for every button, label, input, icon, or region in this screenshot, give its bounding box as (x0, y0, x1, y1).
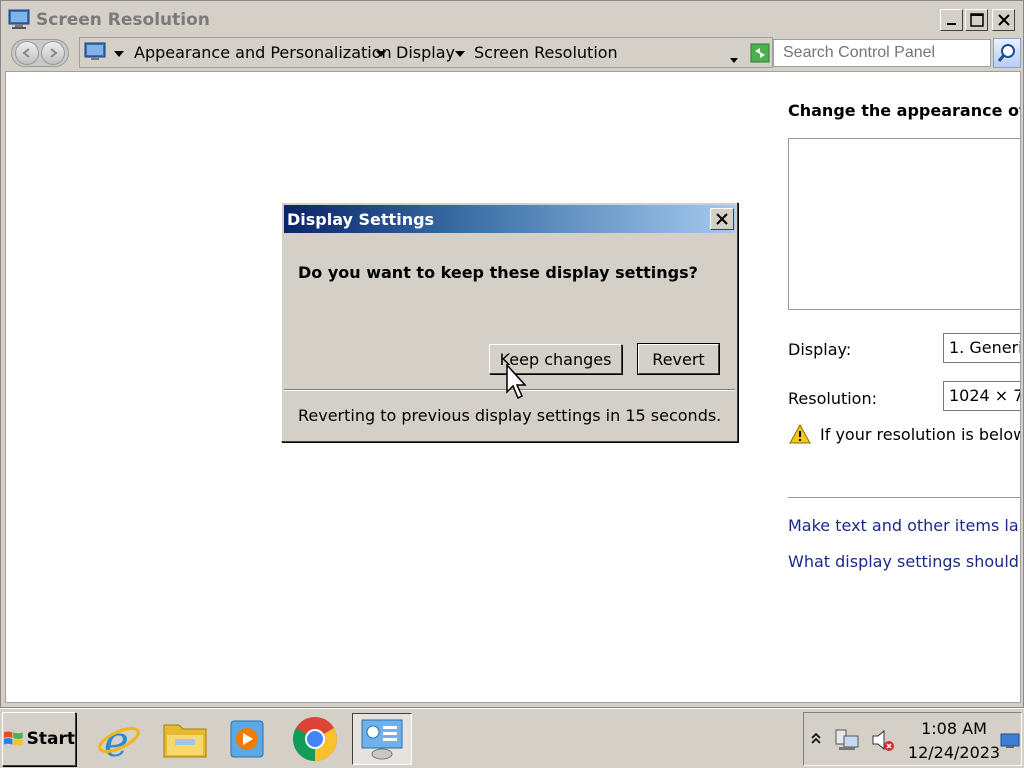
dialog-question: Do you want to keep these display settin… (298, 263, 698, 282)
file-explorer-icon (163, 724, 207, 758)
chevron-down-icon (114, 50, 124, 57)
display-settings-help-link[interactable]: What display settings should I c (788, 552, 1020, 571)
dialog-title: Display Settings (287, 210, 435, 229)
breadcrumb-screen-resolution[interactable]: Screen Resolution (474, 43, 618, 62)
close-icon (997, 14, 1010, 26)
warning-icon (789, 424, 811, 444)
control-panel-crumb-icon (84, 42, 106, 60)
chevron-down-icon (730, 58, 738, 63)
minimize-button[interactable] (940, 9, 963, 31)
breadcrumb-display[interactable]: Display (396, 43, 455, 62)
display-select[interactable]: 1. Generic (943, 333, 1020, 363)
internet-explorer-icon: e (98, 717, 140, 762)
dialog-titlebar[interactable]: Display Settings (284, 205, 735, 233)
taskbar-control-panel[interactable] (352, 713, 412, 765)
chrome-icon (293, 717, 337, 761)
breadcrumb-appearance[interactable]: Appearance and Personalization (134, 43, 392, 62)
search-input[interactable] (773, 39, 991, 67)
address-bar[interactable]: Appearance and Personalization Display S… (79, 37, 773, 68)
maximize-button[interactable] (965, 9, 988, 31)
window-title: Screen Resolution (36, 10, 210, 30)
address-history-dropdown[interactable] (730, 50, 738, 69)
show-desktop-icon[interactable] (1000, 733, 1020, 749)
system-tray: 1:08 AM 12/24/2023 (803, 712, 1022, 766)
mouse-cursor-icon (506, 364, 527, 400)
dialog-countdown-status: Reverting to previous display settings i… (298, 406, 722, 425)
display-settings-dialog: Display Settings Do you want to keep the… (281, 202, 738, 442)
text-size-link[interactable]: Make text and other items large (788, 516, 1020, 535)
resolution-select[interactable]: 1024 × 76 (943, 381, 1020, 411)
resolution-label: Resolution: (788, 389, 877, 408)
back-forward-buttons (11, 39, 69, 67)
breadcrumb-dropdown-2[interactable] (455, 43, 465, 62)
back-button[interactable] (15, 41, 39, 65)
start-label: Start (26, 729, 75, 749)
start-button[interactable]: Start (2, 712, 76, 766)
search-icon (997, 44, 1015, 62)
clock-date[interactable]: 12/24/2023 (904, 743, 1004, 762)
maximize-icon (969, 13, 984, 27)
show-hidden-icons-chevron-icon[interactable] (810, 731, 822, 747)
forward-button[interactable] (41, 41, 65, 65)
media-player-icon (230, 720, 264, 758)
forward-arrow-icon (50, 48, 58, 58)
windows-logo-icon (3, 731, 23, 746)
taskbar-internet-explorer[interactable]: e (92, 713, 146, 765)
close-icon (716, 213, 728, 225)
minimize-icon (946, 23, 956, 25)
network-icon[interactable] (834, 727, 860, 753)
taskbar: Start e 1:08 AM 12/24/2023 (0, 708, 1024, 768)
display-label: Display: (788, 340, 852, 359)
close-button[interactable] (992, 9, 1015, 31)
back-arrow-icon (22, 48, 30, 58)
volume-muted-icon[interactable] (870, 727, 896, 753)
chevron-down-icon (376, 50, 386, 57)
breadcrumb-dropdown-1[interactable] (376, 43, 386, 62)
chevron-down-icon (455, 50, 465, 57)
search-button[interactable] (993, 38, 1021, 68)
navigation-bar: Appearance and Personalization Display S… (5, 37, 1021, 69)
section-divider (788, 497, 1020, 498)
control-panel-icon (8, 9, 30, 29)
dialog-close-button[interactable] (710, 208, 734, 230)
monitor-preview[interactable] (788, 138, 1020, 310)
svg-text:e: e (104, 717, 129, 762)
taskbar-chrome[interactable] (288, 713, 342, 765)
breadcrumb-root-dropdown[interactable] (114, 43, 124, 62)
revert-button[interactable]: Revert (637, 343, 720, 375)
resolution-warning-text: If your resolution is below (820, 425, 1021, 444)
window-titlebar[interactable]: Screen Resolution (1, 1, 1023, 37)
page-heading: Change the appearance of y (788, 101, 1021, 120)
taskbar-file-explorer[interactable] (158, 713, 212, 765)
control-panel-icon (361, 719, 403, 760)
refresh-icon[interactable] (750, 43, 770, 63)
clock-time[interactable]: 1:08 AM (904, 719, 1004, 738)
taskbar-media-player[interactable] (220, 713, 274, 765)
